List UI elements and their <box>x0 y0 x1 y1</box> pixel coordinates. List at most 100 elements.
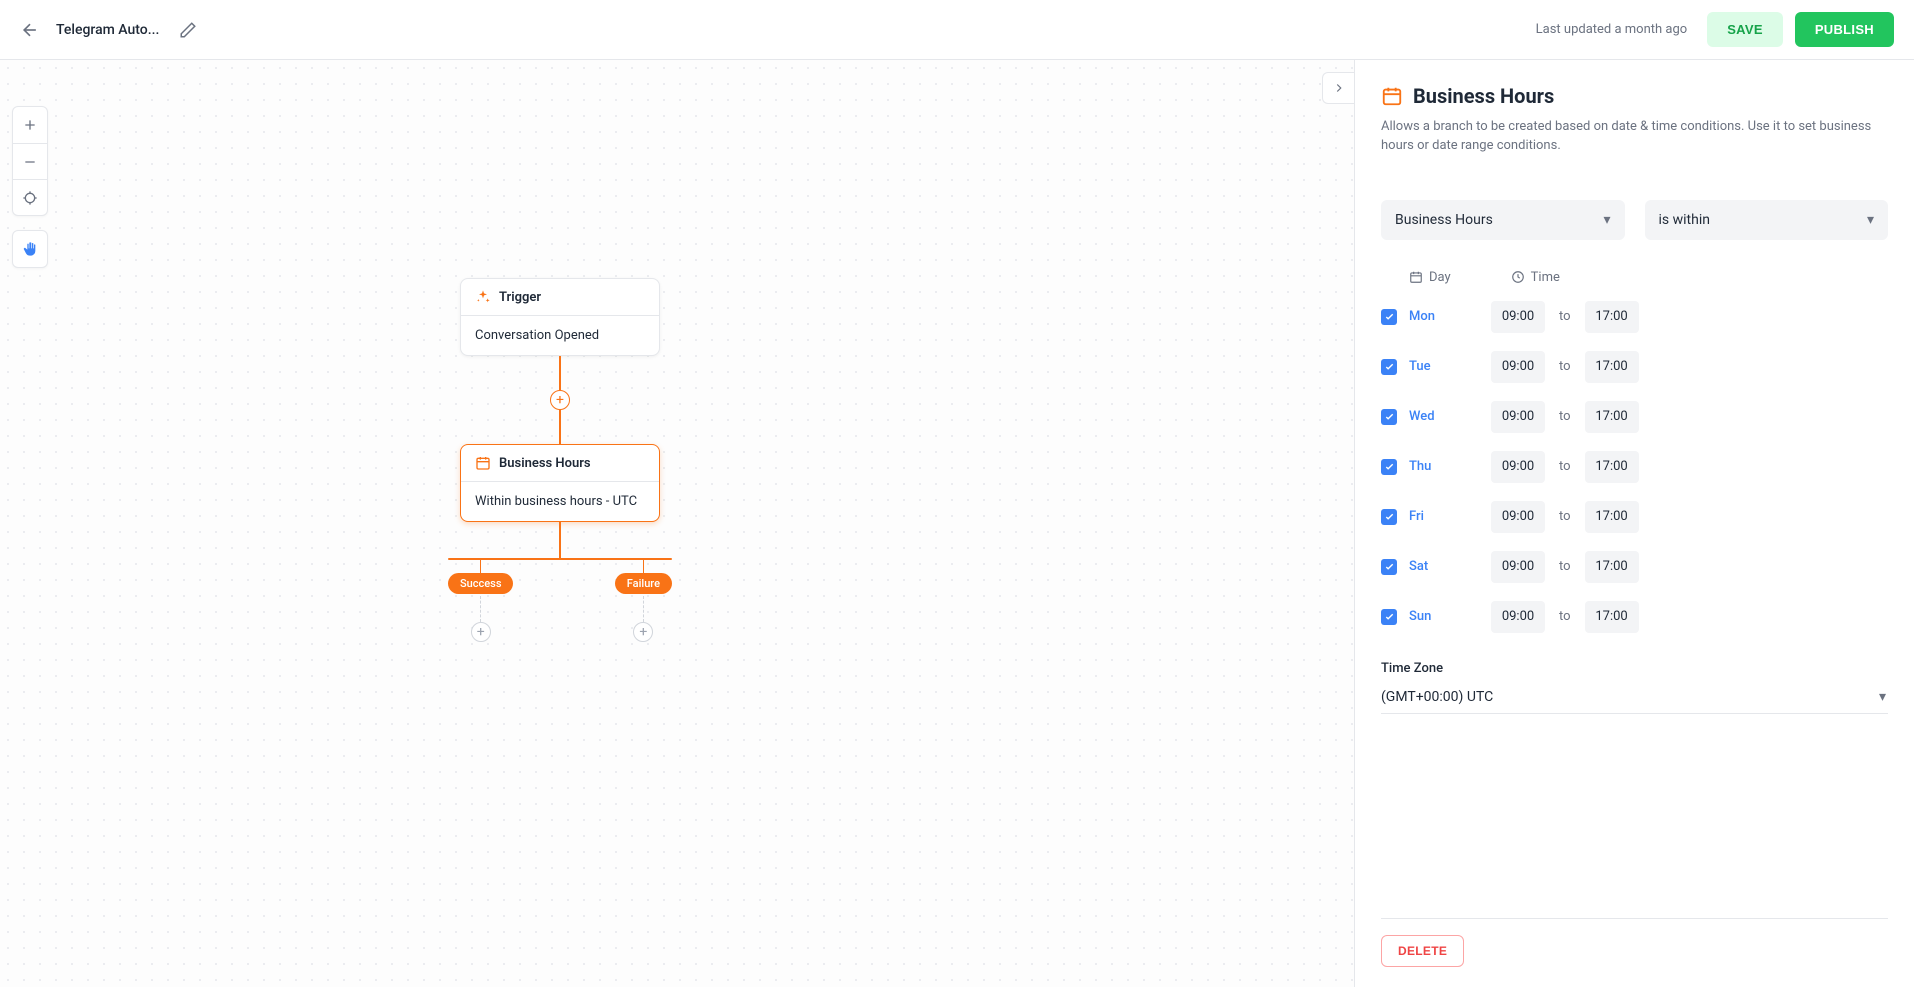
day-label[interactable]: Fri <box>1409 509 1451 524</box>
calendar-icon <box>1381 85 1403 107</box>
edge <box>480 559 482 573</box>
back-button[interactable] <box>20 20 40 40</box>
add-step-button[interactable]: + <box>550 390 570 410</box>
trigger-node[interactable]: Trigger Conversation Opened <box>460 278 660 356</box>
end-time-input[interactable]: 17:00 <box>1585 551 1639 583</box>
start-time-input[interactable]: 09:00 <box>1491 601 1545 633</box>
timezone-block: Time Zone (GMT+00:00) UTC ▾ <box>1381 661 1888 714</box>
side-panel-title: Business Hours <box>1413 84 1554 108</box>
edge-dashed <box>480 596 481 622</box>
days-list: Mon 09:00 to 17:00 Tue 09:00 to 17:00 Wed 09:00 to… <box>1381 285 1888 635</box>
center-view-button[interactable] <box>13 179 47 215</box>
hand-icon <box>22 241 38 257</box>
delete-button[interactable]: DELETE <box>1381 935 1464 967</box>
trigger-node-header: Trigger <box>461 279 659 316</box>
zoom-in-button[interactable] <box>13 107 47 143</box>
zoom-out-button[interactable] <box>13 143 47 179</box>
day-row: Sat09:00to17:00 <box>1381 549 1888 585</box>
end-time-input[interactable]: 17:00 <box>1585 601 1639 633</box>
side-panel-description: Allows a branch to be created based on d… <box>1381 118 1888 156</box>
day-checkbox[interactable] <box>1381 509 1397 525</box>
edge <box>643 559 645 573</box>
check-icon <box>1384 461 1395 472</box>
save-button[interactable]: SAVE <box>1707 12 1783 47</box>
time-column-label: Time <box>1531 270 1560 285</box>
to-label: to <box>1559 509 1571 524</box>
start-time-input[interactable]: 09:00 <box>1491 301 1545 333</box>
day-checkbox[interactable] <box>1381 459 1397 475</box>
chevron-right-icon <box>1332 81 1346 95</box>
pencil-icon <box>179 21 197 39</box>
chevron-down-icon: ▾ <box>1867 212 1874 228</box>
day-label[interactable]: Thu <box>1409 459 1451 474</box>
day-label[interactable]: Sat <box>1409 559 1451 574</box>
business-hours-node-header: Business Hours <box>461 445 659 482</box>
start-time-input[interactable]: 09:00 <box>1491 351 1545 383</box>
edit-title-button[interactable] <box>179 21 197 39</box>
day-label[interactable]: Mon <box>1409 309 1451 324</box>
condition-operator-select[interactable]: is within ▾ <box>1645 200 1889 240</box>
main-area: Trigger Conversation Opened + Business H… <box>0 60 1914 987</box>
check-icon <box>1384 311 1395 322</box>
arrow-left-icon <box>20 20 40 40</box>
branch-failure: Failure + <box>615 559 672 642</box>
day-checkbox[interactable] <box>1381 409 1397 425</box>
condition-operator-value: is within <box>1659 212 1710 228</box>
flow-canvas[interactable]: Trigger Conversation Opened + Business H… <box>0 60 1354 987</box>
condition-selects: Business Hours ▾ is within ▾ <box>1381 200 1888 240</box>
to-label: to <box>1559 409 1571 424</box>
to-label: to <box>1559 609 1571 624</box>
day-checkbox[interactable] <box>1381 309 1397 325</box>
day-checkbox[interactable] <box>1381 609 1397 625</box>
check-icon <box>1384 561 1395 572</box>
side-panel-footer: DELETE <box>1381 918 1888 967</box>
day-checkbox[interactable] <box>1381 359 1397 375</box>
start-time-input[interactable]: 09:00 <box>1491 501 1545 533</box>
day-row: Fri 09:00 to 17:00 <box>1381 499 1888 535</box>
failure-pill[interactable]: Failure <box>615 573 672 594</box>
sparkle-icon <box>475 289 491 305</box>
success-pill[interactable]: Success <box>448 573 513 594</box>
start-time-input[interactable]: 09:00 <box>1491 451 1545 483</box>
timezone-label: Time Zone <box>1381 661 1888 676</box>
day-label[interactable]: Wed <box>1409 409 1451 424</box>
end-time-input[interactable]: 17:00 <box>1585 301 1639 333</box>
start-time-input[interactable]: 09:00 <box>1491 551 1545 583</box>
end-time-input[interactable]: 17:00 <box>1585 501 1639 533</box>
check-icon <box>1384 511 1395 522</box>
end-time-input[interactable]: 17:00 <box>1585 451 1639 483</box>
check-icon <box>1384 411 1395 422</box>
end-time-input[interactable]: 17:00 <box>1585 401 1639 433</box>
day-checkbox[interactable] <box>1381 559 1397 575</box>
minus-icon <box>22 154 38 170</box>
end-time-input[interactable]: 17:00 <box>1585 351 1639 383</box>
day-label[interactable]: Tue <box>1409 359 1451 374</box>
condition-type-value: Business Hours <box>1395 212 1493 228</box>
timezone-select[interactable]: (GMT+00:00) UTC ▾ <box>1381 682 1888 714</box>
check-icon <box>1384 361 1395 372</box>
edge <box>559 522 561 558</box>
pan-tool-button[interactable] <box>13 231 47 267</box>
business-hours-node-title: Business Hours <box>499 456 591 471</box>
business-hours-node-body: Within business hours - UTC <box>461 482 659 521</box>
publish-button[interactable]: PUBLISH <box>1795 12 1894 47</box>
day-label[interactable]: Sun <box>1409 609 1451 624</box>
start-time-input[interactable]: 09:00 <box>1491 401 1545 433</box>
edge <box>559 356 561 390</box>
edge-dashed <box>643 596 644 622</box>
edge <box>559 410 561 444</box>
collapse-panel-button[interactable] <box>1322 72 1354 104</box>
business-hours-node[interactable]: Business Hours Within business hours - U… <box>460 444 660 522</box>
chevron-down-icon: ▾ <box>1879 689 1886 705</box>
to-label: to <box>1559 309 1571 324</box>
day-column-label: Day <box>1429 270 1451 285</box>
add-failure-step-button[interactable]: + <box>633 622 653 642</box>
add-success-step-button[interactable]: + <box>471 622 491 642</box>
plus-icon <box>22 117 38 133</box>
condition-type-select[interactable]: Business Hours ▾ <box>1381 200 1625 240</box>
schedule-header: Day Time <box>1381 270 1888 285</box>
calendar-icon <box>475 455 491 471</box>
to-label: to <box>1559 459 1571 474</box>
branch-success: Success + <box>448 559 513 642</box>
day-row: Wed 09:00 to 17:00 <box>1381 399 1888 435</box>
